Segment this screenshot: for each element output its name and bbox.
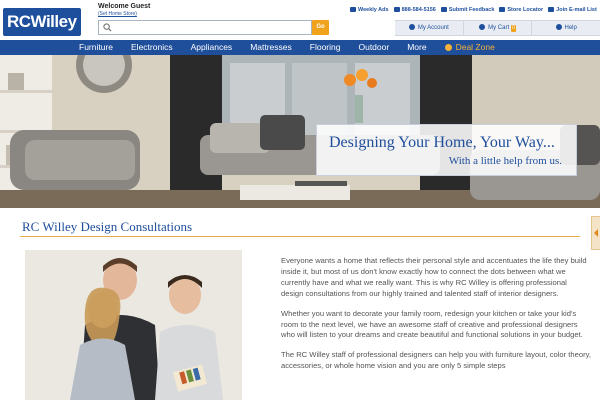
couple-photo	[25, 250, 242, 400]
store-locator-link[interactable]: Store Locator	[499, 7, 543, 13]
account-bar: My Account My Cart 0 Help	[395, 20, 600, 36]
hero-caption-box: Designing Your Home, Your Way... With a …	[316, 124, 577, 176]
phone-link[interactable]: 888-584-5156	[393, 7, 436, 13]
utility-links: Weekly Ads 888-584-5156 Submit Feedback …	[350, 7, 597, 13]
nav-appliances[interactable]: Appliances	[182, 40, 242, 55]
hero-banner[interactable]: Designing Your Home, Your Way... With a …	[0, 55, 600, 208]
site-header: RCWilley Welcome Guest (Set Home Store) …	[0, 0, 600, 40]
hero-subline: With a little help from us.	[448, 155, 562, 167]
page-title: RC Willey Design Consultations	[22, 219, 193, 234]
page: RCWilley Welcome Guest (Set Home Store) …	[0, 0, 600, 400]
set-home-store-link[interactable]: (Set Home Store)	[98, 11, 137, 17]
search-input[interactable]	[98, 20, 312, 35]
megaphone-icon	[350, 7, 356, 12]
rc-willey-logo[interactable]: RCWilley	[3, 8, 81, 36]
help-link[interactable]: Help	[532, 21, 600, 35]
main-nav: Furniture Electronics Appliances Mattres…	[0, 40, 600, 55]
hero-headline: Designing Your Home, Your Way...	[329, 134, 555, 151]
help-icon	[555, 24, 562, 30]
paragraph: Everyone wants a home that reflects thei…	[281, 256, 587, 298]
chevron-left-icon	[594, 229, 598, 237]
map-pin-icon	[499, 7, 506, 12]
nav-mattresses[interactable]: Mattresses	[241, 40, 301, 55]
my-cart-link[interactable]: My Cart 0	[464, 21, 533, 35]
body-copy: Everyone wants a home that reflects thei…	[281, 256, 591, 381]
welcome-text: Welcome Guest	[98, 3, 151, 10]
nav-more[interactable]: More	[398, 40, 435, 55]
nav-deal-zone[interactable]: Deal Zone	[436, 40, 504, 55]
weekly-ads-link[interactable]: Weekly Ads	[350, 7, 389, 13]
speech-bubble-icon	[440, 7, 447, 12]
join-email-link[interactable]: Join E-mail List	[548, 7, 597, 13]
nav-electronics[interactable]: Electronics	[122, 40, 182, 55]
search-icon	[103, 23, 112, 32]
title-divider	[20, 236, 580, 237]
nav-furniture[interactable]: Furniture	[0, 40, 122, 55]
search-go-button[interactable]: Go	[312, 20, 329, 35]
phone-icon	[393, 7, 400, 12]
user-icon	[408, 24, 415, 30]
paragraph: The RC Willey staff of professional desi…	[281, 350, 591, 371]
cart-count-badge: 0	[511, 25, 516, 32]
paragraph: Whether you want to decorate your family…	[281, 308, 583, 340]
consultation-photo	[25, 250, 242, 400]
deal-zone-icon	[444, 44, 452, 51]
nav-flooring[interactable]: Flooring	[301, 40, 350, 55]
feedback-side-tab[interactable]	[591, 216, 600, 250]
nav-outdoor[interactable]: Outdoor	[349, 40, 398, 55]
envelope-icon	[548, 7, 555, 12]
cart-icon	[479, 24, 486, 30]
my-account-link[interactable]: My Account	[395, 21, 464, 35]
submit-feedback-link[interactable]: Submit Feedback	[440, 7, 494, 13]
